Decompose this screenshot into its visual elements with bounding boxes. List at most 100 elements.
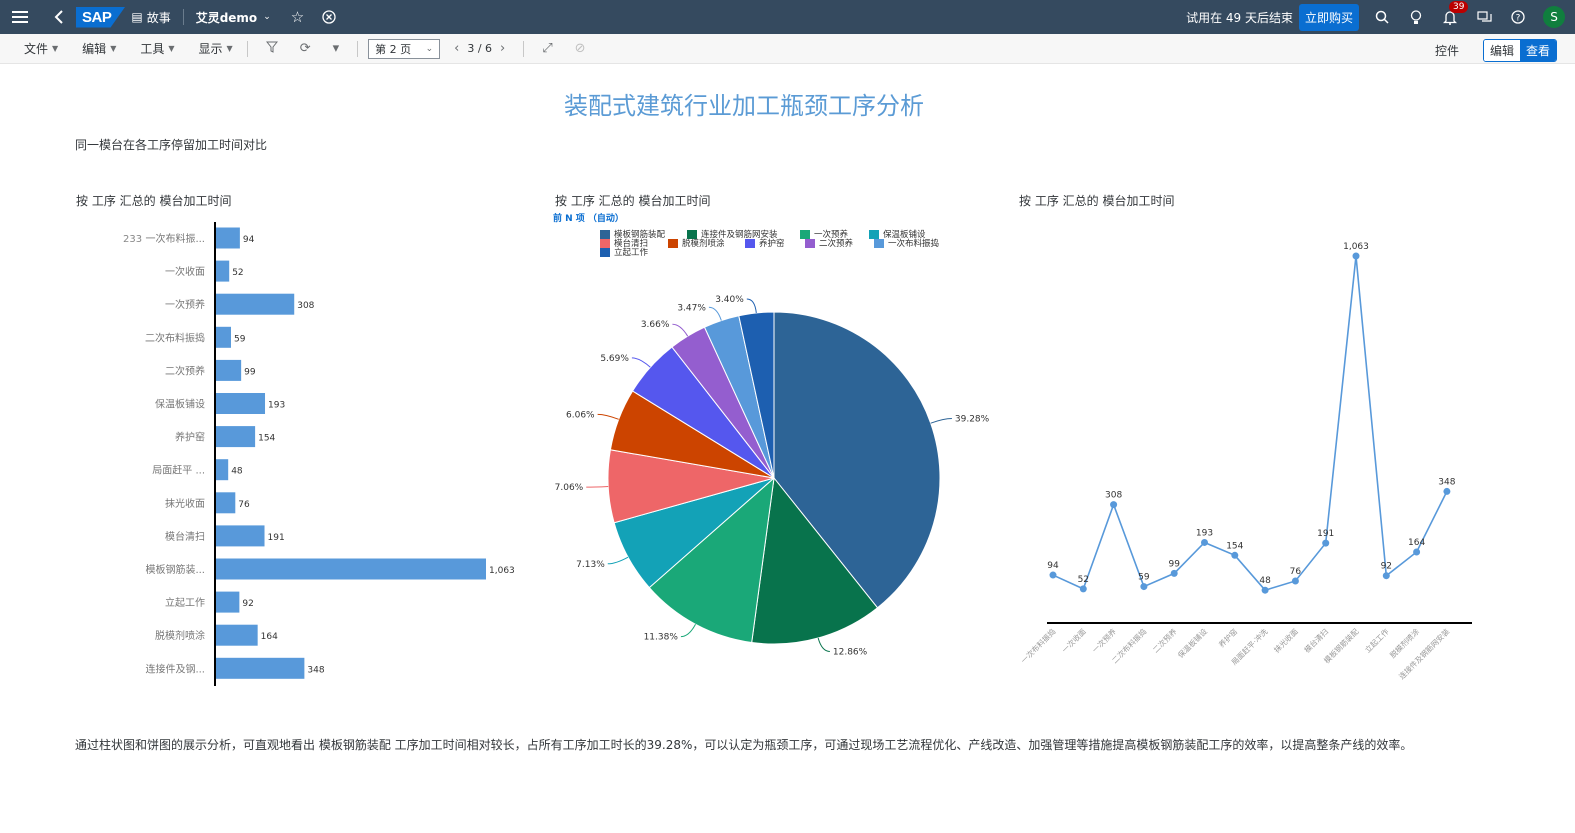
- tools-menu[interactable]: 工具 ▼: [140, 40, 174, 57]
- toolbar-divider: [357, 40, 359, 57]
- pie-slice-label: 7.13%: [576, 560, 605, 570]
- page-subtitle: 同一模台在各工序停留加工时间对比: [75, 138, 268, 152]
- line-value-label: 76: [1290, 567, 1302, 577]
- bar[interactable]: [216, 359, 242, 381]
- line-series: [1052, 255, 1448, 592]
- line-value-label: 92: [1381, 562, 1392, 572]
- shellbar-divider: [182, 9, 184, 25]
- line-category-label: 立起工作: [1362, 626, 1391, 655]
- legend-label: 二次预养: [819, 239, 854, 249]
- bar[interactable]: [216, 227, 240, 249]
- avatar[interactable]: S: [1543, 6, 1565, 28]
- pie-legend-item[interactable]: 脱模剂喷涂: [668, 237, 725, 249]
- star-icon[interactable]: ☆: [291, 8, 304, 26]
- line-category-label: 连接件及钢筋网安装: [1397, 626, 1452, 681]
- legend-label: 养护窑: [759, 239, 785, 249]
- line-value-label: 94: [1047, 561, 1059, 571]
- previous-page-icon[interactable]: ‹: [454, 41, 459, 56]
- pager-text: 3 / 6: [467, 42, 493, 55]
- pie-slice-label: 7.06%: [555, 483, 584, 493]
- bar-category-label: 保温板铺设: [155, 398, 205, 411]
- controls-button[interactable]: 控件: [1435, 42, 1459, 59]
- line-point[interactable]: [1079, 585, 1087, 593]
- line-point[interactable]: [1170, 569, 1178, 577]
- line-point[interactable]: [1322, 539, 1330, 547]
- bar-extra-label: 233: [123, 234, 142, 245]
- view-menu-label: 显示: [198, 42, 223, 56]
- bar[interactable]: [216, 326, 231, 348]
- bar[interactable]: [216, 393, 266, 414]
- line-point[interactable]: [1413, 548, 1421, 556]
- line-point[interactable]: [1231, 551, 1239, 559]
- bookmark-icon[interactable]: ▾: [333, 41, 340, 56]
- bar[interactable]: [216, 558, 486, 580]
- bar-category-label: 一次布料振...: [145, 232, 205, 245]
- refresh-icon[interactable]: ⟳: [300, 41, 311, 56]
- discussion-icon[interactable]: [1475, 8, 1493, 26]
- sap-logo: SAP: [76, 6, 126, 28]
- bar-value-label: 154: [258, 434, 275, 444]
- pie-topn-label[interactable]: 前 N 项 （自动）: [553, 211, 624, 224]
- filter-icon[interactable]: [265, 41, 278, 57]
- pie-legend-item[interactable]: 一次布料振捣: [874, 237, 939, 249]
- chevron-down-icon: ⌄: [263, 12, 271, 22]
- bar[interactable]: [216, 657, 305, 679]
- legend-swatch: [745, 238, 755, 248]
- pie-leader-line: [586, 485, 609, 488]
- lightbulb-icon[interactable]: [1407, 8, 1425, 26]
- bar[interactable]: [216, 525, 265, 547]
- line-point[interactable]: [1382, 572, 1390, 580]
- pie-legend-item[interactable]: 二次预养: [805, 237, 853, 249]
- line-point[interactable]: [1291, 577, 1299, 585]
- bell-icon[interactable]: 39: [1441, 1, 1469, 26]
- file-menu[interactable]: 文件 ▼: [24, 40, 58, 57]
- bar[interactable]: [216, 492, 236, 514]
- bar[interactable]: [216, 624, 258, 646]
- line-category-label: 二次预养: [1150, 626, 1179, 655]
- svg-text:?: ?: [1516, 14, 1521, 24]
- buy-now-button[interactable]: 立即购买: [1298, 3, 1359, 31]
- app-name-menu[interactable]: 艾灵demo ⌄: [196, 9, 271, 26]
- view-menu[interactable]: 显示 ▼: [199, 40, 233, 57]
- pie-leader-line: [672, 323, 689, 337]
- page-select[interactable]: 第 2 页 ⌄: [368, 38, 441, 59]
- pie-legend-item[interactable]: 立起工作: [600, 246, 648, 258]
- pie-leader-line: [597, 413, 619, 420]
- line-point[interactable]: [1443, 487, 1451, 495]
- pie-slice-label: 11.38%: [644, 633, 679, 643]
- bar-category-label: 连接件及钢...: [145, 662, 205, 675]
- line-point[interactable]: [1201, 538, 1208, 546]
- line-category-label: 一次布料振捣: [1019, 626, 1058, 665]
- edit-menu[interactable]: 编辑 ▼: [82, 40, 116, 57]
- edit-view-toggle: 编辑 查看: [1482, 39, 1557, 62]
- bar[interactable]: [216, 426, 256, 448]
- line-point[interactable]: [1140, 583, 1148, 591]
- pie-leader-line: [708, 306, 722, 321]
- chevron-down-icon: ▼: [110, 44, 117, 53]
- pie-chart-title: 按 工序 汇总的 模台加工时间: [555, 194, 711, 208]
- back-icon[interactable]: [54, 10, 64, 24]
- bar[interactable]: [216, 459, 229, 481]
- pie-legend-item[interactable]: 养护窑: [745, 237, 785, 249]
- next-page-icon[interactable]: ›: [500, 41, 505, 56]
- line-point[interactable]: [1110, 501, 1118, 509]
- edit-mode-button[interactable]: 编辑: [1483, 40, 1520, 61]
- line-point[interactable]: [1261, 586, 1269, 594]
- bar[interactable]: [216, 591, 240, 613]
- pie-slice-label: 39.28%: [955, 415, 990, 425]
- bar[interactable]: [216, 293, 295, 315]
- trial-text: 试用在 49 天后结束: [1186, 10, 1293, 25]
- view-mode-button[interactable]: 查看: [1519, 40, 1556, 61]
- help-icon[interactable]: ?: [1509, 8, 1527, 26]
- close-circle-icon[interactable]: [322, 10, 336, 24]
- page-title: 装配式建筑行业加工瓶颈工序分析: [564, 92, 924, 120]
- line-category-label: 保温板铺设: [1175, 626, 1209, 660]
- line-point[interactable]: [1049, 571, 1057, 579]
- line-point[interactable]: [1352, 252, 1360, 260]
- analysis-text: 通过柱状图和饼图的展示分析，可直观地看出 模板钢筋装配 工序加工时间相对较长，占…: [75, 738, 1413, 752]
- search-icon[interactable]: [1373, 8, 1391, 26]
- bar[interactable]: [216, 260, 230, 282]
- line-value-label: 193: [1196, 528, 1213, 538]
- fullscreen-icon[interactable]: ⤢: [542, 41, 552, 56]
- menu-icon[interactable]: [12, 10, 28, 24]
